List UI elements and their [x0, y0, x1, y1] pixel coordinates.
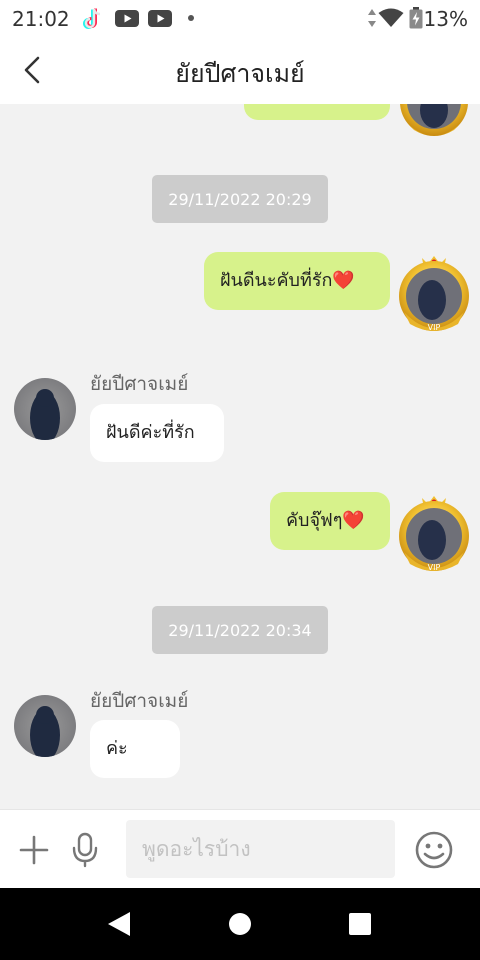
dot-icon [188, 15, 194, 21]
svg-text:VIP: VIP [428, 563, 441, 572]
vip-avatar[interactable]: VIP [394, 254, 474, 336]
outgoing-message-bubble[interactable]: คับจุ๊ฟๆ❤️ [270, 492, 390, 550]
back-triangle-icon[interactable] [106, 911, 132, 937]
chat-title: ยัยปีศาจเมย์ [175, 59, 305, 88]
battery-percent: 13% [423, 7, 468, 31]
microphone-icon[interactable] [70, 832, 100, 868]
message-input[interactable] [126, 820, 395, 878]
message-text: ฝันดีค่ะที่รัก [106, 422, 195, 443]
chat-message-list[interactable]: 29/11/2022 20:29 ฝันดีนะคับที่รัก❤️ VIP … [0, 104, 480, 809]
battery-charging-icon [409, 7, 423, 29]
status-bar: 21:02 13% [0, 0, 480, 36]
incoming-message-bubble[interactable]: ค่ะ [90, 720, 180, 778]
message-timestamp: 29/11/2022 20:29 [152, 175, 328, 223]
recents-square-icon[interactable] [349, 913, 371, 935]
vip-avatar[interactable] [394, 104, 474, 144]
emoji-icon[interactable] [414, 830, 454, 870]
data-arrows-icon [368, 9, 376, 27]
vip-avatar[interactable]: VIP [394, 494, 474, 576]
incoming-message-bubble[interactable]: ฝันดีค่ะที่รัก [90, 404, 224, 462]
message-text: ฝันดีนะคับที่รัก❤️ [220, 270, 355, 291]
system-nav-bar [0, 888, 480, 960]
tiktok-icon [83, 8, 101, 29]
contact-avatar-image [30, 706, 60, 757]
outgoing-message-bubble[interactable] [244, 104, 390, 120]
message-text: ค่ะ [106, 738, 128, 759]
status-time: 21:02 [12, 7, 70, 31]
contact-avatar-image [30, 389, 60, 440]
home-circle-icon[interactable] [228, 912, 252, 936]
outgoing-message-bubble[interactable]: ฝันดีนะคับที่รัก❤️ [204, 252, 390, 310]
contact-avatar[interactable] [14, 695, 76, 757]
plus-icon[interactable] [18, 834, 50, 866]
contact-avatar[interactable] [14, 378, 76, 440]
youtube-icon [148, 10, 172, 27]
chat-header: ยัยปีศาจเมย์ [0, 36, 480, 104]
sender-name: ยัยปีศาจเมย์ [90, 690, 189, 712]
message-text: คับจุ๊ฟๆ❤️ [286, 510, 365, 531]
wifi-icon [378, 8, 404, 27]
youtube-icon [115, 10, 139, 27]
message-input-bar [0, 809, 480, 889]
message-timestamp: 29/11/2022 20:34 [152, 606, 328, 654]
sender-name: ยัยปีศาจเมย์ [90, 373, 189, 395]
svg-text:VIP: VIP [428, 323, 441, 332]
